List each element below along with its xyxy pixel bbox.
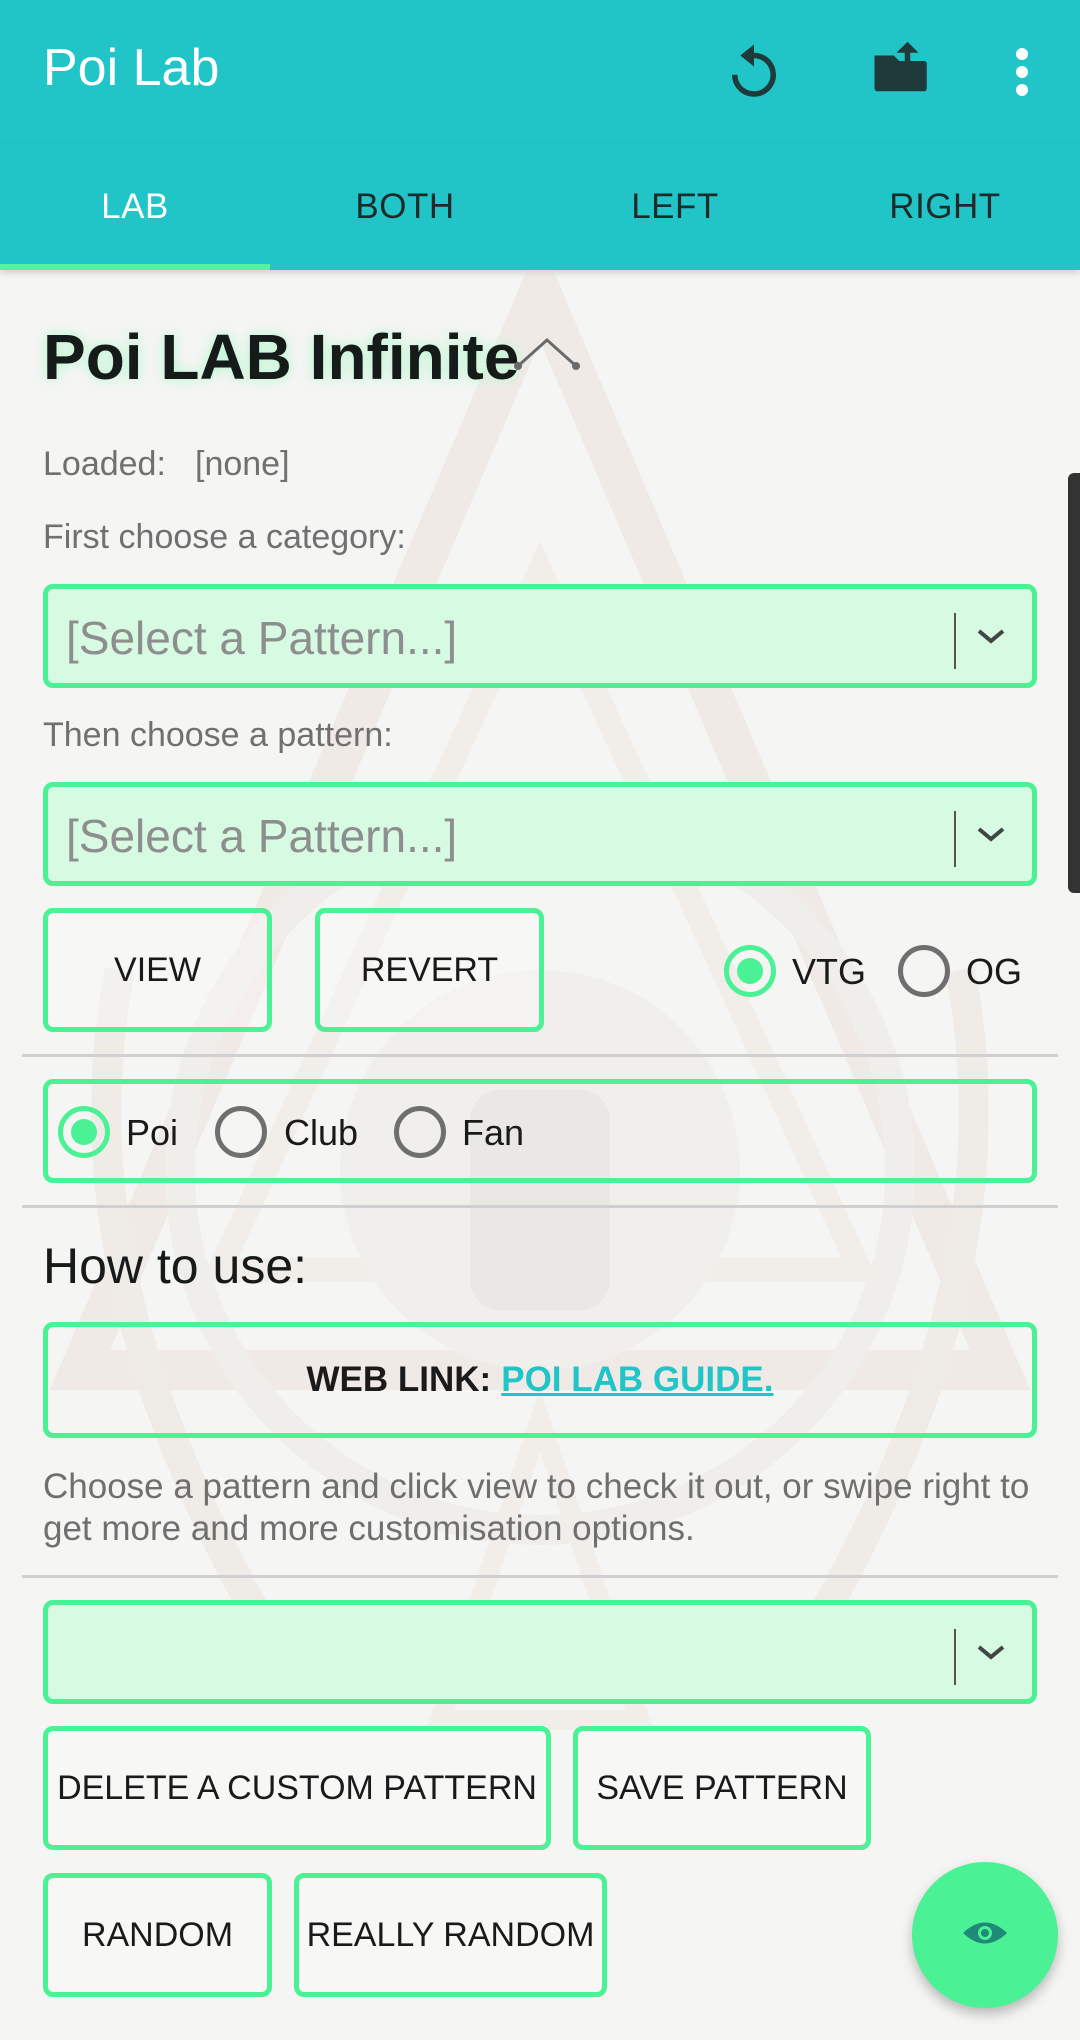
tab-left[interactable]: LEFT <box>540 143 810 270</box>
category-select-value: [Select a Pattern...] <box>66 612 458 664</box>
pattern-select[interactable]: [Select a Pattern...] <box>43 782 1037 886</box>
divider <box>22 1054 1058 1057</box>
loaded-label: Loaded: <box>43 445 166 483</box>
og-radio[interactable] <box>898 945 950 997</box>
folder-upload-icon[interactable] <box>860 30 944 114</box>
chevron-down-icon <box>976 627 1006 650</box>
fan-radio[interactable] <box>394 1106 446 1158</box>
save-pattern-button[interactable]: SAVE PATTERN <box>573 1726 871 1850</box>
divider <box>22 1575 1058 1578</box>
tab-bar: LAB BOTH LEFT RIGHT <box>0 143 1080 270</box>
poi-lab-guide-link[interactable]: POI LAB GUIDE. <box>501 1360 773 1400</box>
divider <box>22 1205 1058 1208</box>
poi-radio-label: Poi <box>126 1112 179 1153</box>
revert-button[interactable]: REVERT <box>315 908 544 1032</box>
more-vert-icon[interactable] <box>980 30 1064 114</box>
weblink-label: WEB LINK: <box>306 1360 492 1399</box>
scrollbar[interactable] <box>1068 473 1080 893</box>
category-select[interactable]: [Select a Pattern...] <box>43 584 1037 688</box>
how-to-use-heading: How to use: <box>43 1238 308 1294</box>
prop-type-group <box>43 1079 1037 1183</box>
pattern-label: Then choose a pattern: <box>43 716 393 754</box>
delete-custom-pattern-button[interactable]: DELETE A CUSTOM PATTERN <box>43 1726 551 1850</box>
description-text: Choose a pattern and click view to check… <box>43 1467 1030 1548</box>
tab-lab[interactable]: LAB <box>0 143 270 270</box>
view-fab-button[interactable] <box>912 1862 1058 2008</box>
category-label: First choose a category: <box>43 518 406 556</box>
really-random-button[interactable]: REALLY RANDOM <box>294 1873 607 1997</box>
select-divider <box>954 1629 956 1685</box>
chevron-up-icon[interactable] <box>512 334 582 379</box>
refresh-icon[interactable] <box>712 30 796 114</box>
og-radio-label: OG <box>966 951 1023 992</box>
loaded-value: [none] <box>195 445 290 483</box>
poi-radio[interactable] <box>58 1106 110 1158</box>
custom-pattern-select[interactable] <box>43 1600 1037 1704</box>
view-button[interactable]: VIEW <box>43 908 272 1032</box>
app-title: Poi Lab <box>43 39 220 97</box>
fan-radio-label: Fan <box>462 1112 525 1153</box>
app-bar: Poi Lab <box>0 0 1080 143</box>
chevron-down-icon <box>976 825 1006 848</box>
tab-both[interactable]: BOTH <box>270 143 540 270</box>
vtg-radio[interactable] <box>724 945 776 997</box>
weblink-box: WEB LINK: POI LAB GUIDE. <box>43 1322 1037 1438</box>
select-divider <box>954 613 956 669</box>
chevron-down-icon <box>976 1643 1006 1666</box>
eye-icon <box>961 1918 1009 1953</box>
page-title: Poi LAB Infinite <box>43 321 520 393</box>
club-radio-label: Club <box>284 1112 359 1153</box>
select-divider <box>954 811 956 867</box>
pattern-select-value: [Select a Pattern...] <box>66 810 458 862</box>
tab-right[interactable]: RIGHT <box>810 143 1080 270</box>
club-radio[interactable] <box>215 1106 267 1158</box>
vtg-radio-label: VTG <box>792 951 867 992</box>
random-button[interactable]: RANDOM <box>43 1873 272 1997</box>
